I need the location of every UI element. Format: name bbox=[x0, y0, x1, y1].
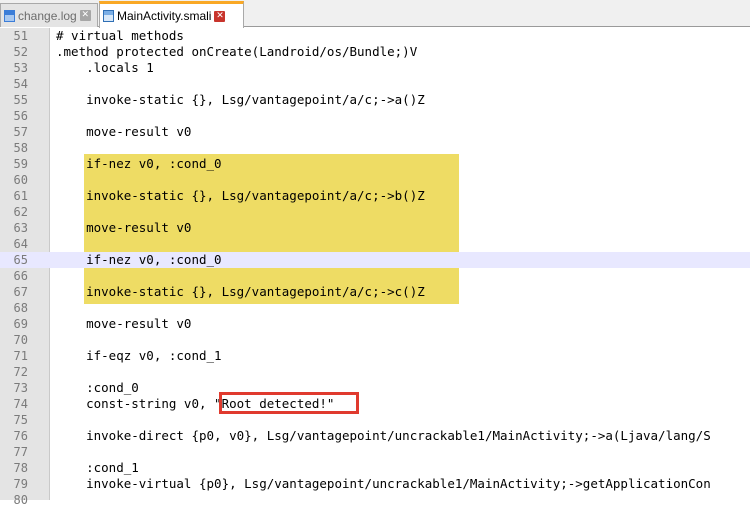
line-number: 74 bbox=[13, 397, 28, 411]
code-text: if-nez v0, :cond_0 bbox=[56, 156, 222, 171]
code-text: if-nez v0, :cond_0 bbox=[56, 252, 222, 267]
code-text: :cond_1 bbox=[56, 460, 139, 475]
code-line[interactable]: 68 bbox=[0, 300, 750, 316]
line-number: 71 bbox=[13, 349, 28, 363]
code-line[interactable]: 53 .locals 1 bbox=[0, 60, 750, 76]
line-number: 55 bbox=[13, 93, 28, 107]
line-number: 62 bbox=[13, 205, 28, 219]
code-text: invoke-static {}, Lsg/vantagepoint/a/c;-… bbox=[56, 92, 425, 107]
code-line[interactable]: 64 bbox=[0, 236, 750, 252]
code-line[interactable]: 65 if-nez v0, :cond_0 bbox=[0, 252, 750, 268]
line-number: 69 bbox=[13, 317, 28, 331]
file-icon bbox=[4, 9, 15, 22]
code-line[interactable]: 61 invoke-static {}, Lsg/vantagepoint/a/… bbox=[0, 188, 750, 204]
code-text: invoke-static {}, Lsg/vantagepoint/a/c;-… bbox=[56, 284, 425, 299]
line-number: 80 bbox=[13, 493, 28, 507]
line-number: 72 bbox=[13, 365, 28, 379]
line-number: 61 bbox=[13, 189, 28, 203]
tab-main-activity-smali[interactable]: MainActivity.smali ✕ bbox=[99, 1, 244, 28]
line-number: 60 bbox=[13, 173, 28, 187]
line-number: 57 bbox=[13, 125, 28, 139]
code-line[interactable]: 67 invoke-static {}, Lsg/vantagepoint/a/… bbox=[0, 284, 750, 300]
file-icon bbox=[103, 10, 114, 22]
code-editor[interactable]: 51 # virtual methods 52 .method protected o… bbox=[0, 28, 750, 507]
line-number: 53 bbox=[13, 61, 28, 75]
code-text: move-result v0 bbox=[56, 316, 192, 331]
line-number: 65 bbox=[13, 253, 28, 267]
code-line[interactable]: 58 bbox=[0, 140, 750, 156]
line-number: 77 bbox=[13, 445, 28, 459]
code-line[interactable]: 73 :cond_0 bbox=[0, 380, 750, 396]
tab-label: MainActivity.smali bbox=[117, 9, 212, 23]
code-line[interactable]: 69 move-result v0 bbox=[0, 316, 750, 332]
code-text: :cond_0 bbox=[56, 380, 139, 395]
code-text: move-result v0 bbox=[56, 124, 192, 139]
code-line[interactable]: 51 # virtual methods bbox=[0, 28, 750, 44]
code-line[interactable]: 70 bbox=[0, 332, 750, 348]
code-line[interactable]: 72 bbox=[0, 364, 750, 380]
code-line[interactable]: 62 bbox=[0, 204, 750, 220]
code-text: # virtual methods bbox=[56, 28, 184, 43]
tab-change-log[interactable]: change.log ✕ bbox=[0, 3, 98, 27]
code-text: invoke-static {}, Lsg/vantagepoint/a/c;-… bbox=[56, 188, 425, 203]
code-text: .locals 1 bbox=[56, 60, 154, 75]
tab-bar: change.log ✕ MainActivity.smali ✕ bbox=[0, 0, 750, 28]
code-text: .method protected onCreate(Landroid/os/B… bbox=[56, 44, 418, 59]
line-number: 58 bbox=[13, 141, 28, 155]
line-number: 52 bbox=[13, 45, 28, 59]
line-number: 70 bbox=[13, 333, 28, 347]
code-text: invoke-virtual {p0}, Lsg/vantagepoint/un… bbox=[56, 476, 711, 491]
line-number: 75 bbox=[13, 413, 28, 427]
code-text: invoke-direct {p0, v0}, Lsg/vantagepoint… bbox=[56, 428, 711, 443]
code-line[interactable]: 56 bbox=[0, 108, 750, 124]
code-line[interactable]: 74 const-string v0, "Root detected!" bbox=[0, 396, 750, 412]
line-number: 51 bbox=[13, 29, 28, 43]
line-number: 73 bbox=[13, 381, 28, 395]
code-line[interactable]: 79 invoke-virtual {p0}, Lsg/vantagepoint… bbox=[0, 476, 750, 492]
line-number: 59 bbox=[13, 157, 28, 171]
code-line[interactable]: 77 bbox=[0, 444, 750, 460]
code-line[interactable]: 75 bbox=[0, 412, 750, 428]
tab-label: change.log bbox=[18, 8, 77, 23]
code-line[interactable]: 63 move-result v0 bbox=[0, 220, 750, 236]
code-line[interactable]: 78 :cond_1 bbox=[0, 460, 750, 476]
line-number: 66 bbox=[13, 269, 28, 283]
code-line[interactable]: 71 if-eqz v0, :cond_1 bbox=[0, 348, 750, 364]
line-number: 79 bbox=[13, 477, 28, 491]
code-text: if-eqz v0, :cond_1 bbox=[56, 348, 222, 363]
code-line[interactable]: 54 bbox=[0, 76, 750, 92]
line-number: 56 bbox=[13, 109, 28, 123]
code-line[interactable]: 59 if-nez v0, :cond_0 bbox=[0, 156, 750, 172]
line-number: 68 bbox=[13, 301, 28, 315]
line-number: 54 bbox=[13, 77, 28, 91]
code-line[interactable]: 52 .method protected onCreate(Landroid/os… bbox=[0, 44, 750, 60]
code-line[interactable]: 57 move-result v0 bbox=[0, 124, 750, 140]
close-icon[interactable]: ✕ bbox=[214, 10, 226, 22]
code-line[interactable]: 60 bbox=[0, 172, 750, 188]
code-line[interactable]: 80 bbox=[0, 492, 750, 508]
root-detected-string-box bbox=[219, 392, 359, 414]
line-number: 78 bbox=[13, 461, 28, 475]
code-line[interactable]: 55 invoke-static {}, Lsg/vantagepoint/a/… bbox=[0, 92, 750, 108]
close-icon[interactable]: ✕ bbox=[79, 10, 91, 21]
line-number: 64 bbox=[13, 237, 28, 251]
code-line[interactable]: 66 bbox=[0, 268, 750, 284]
line-number: 76 bbox=[13, 429, 28, 443]
line-number: 67 bbox=[13, 285, 28, 299]
line-number: 63 bbox=[13, 221, 28, 235]
code-line[interactable]: 76 invoke-direct {p0, v0}, Lsg/vantagepo… bbox=[0, 428, 750, 444]
code-text: move-result v0 bbox=[56, 220, 192, 235]
